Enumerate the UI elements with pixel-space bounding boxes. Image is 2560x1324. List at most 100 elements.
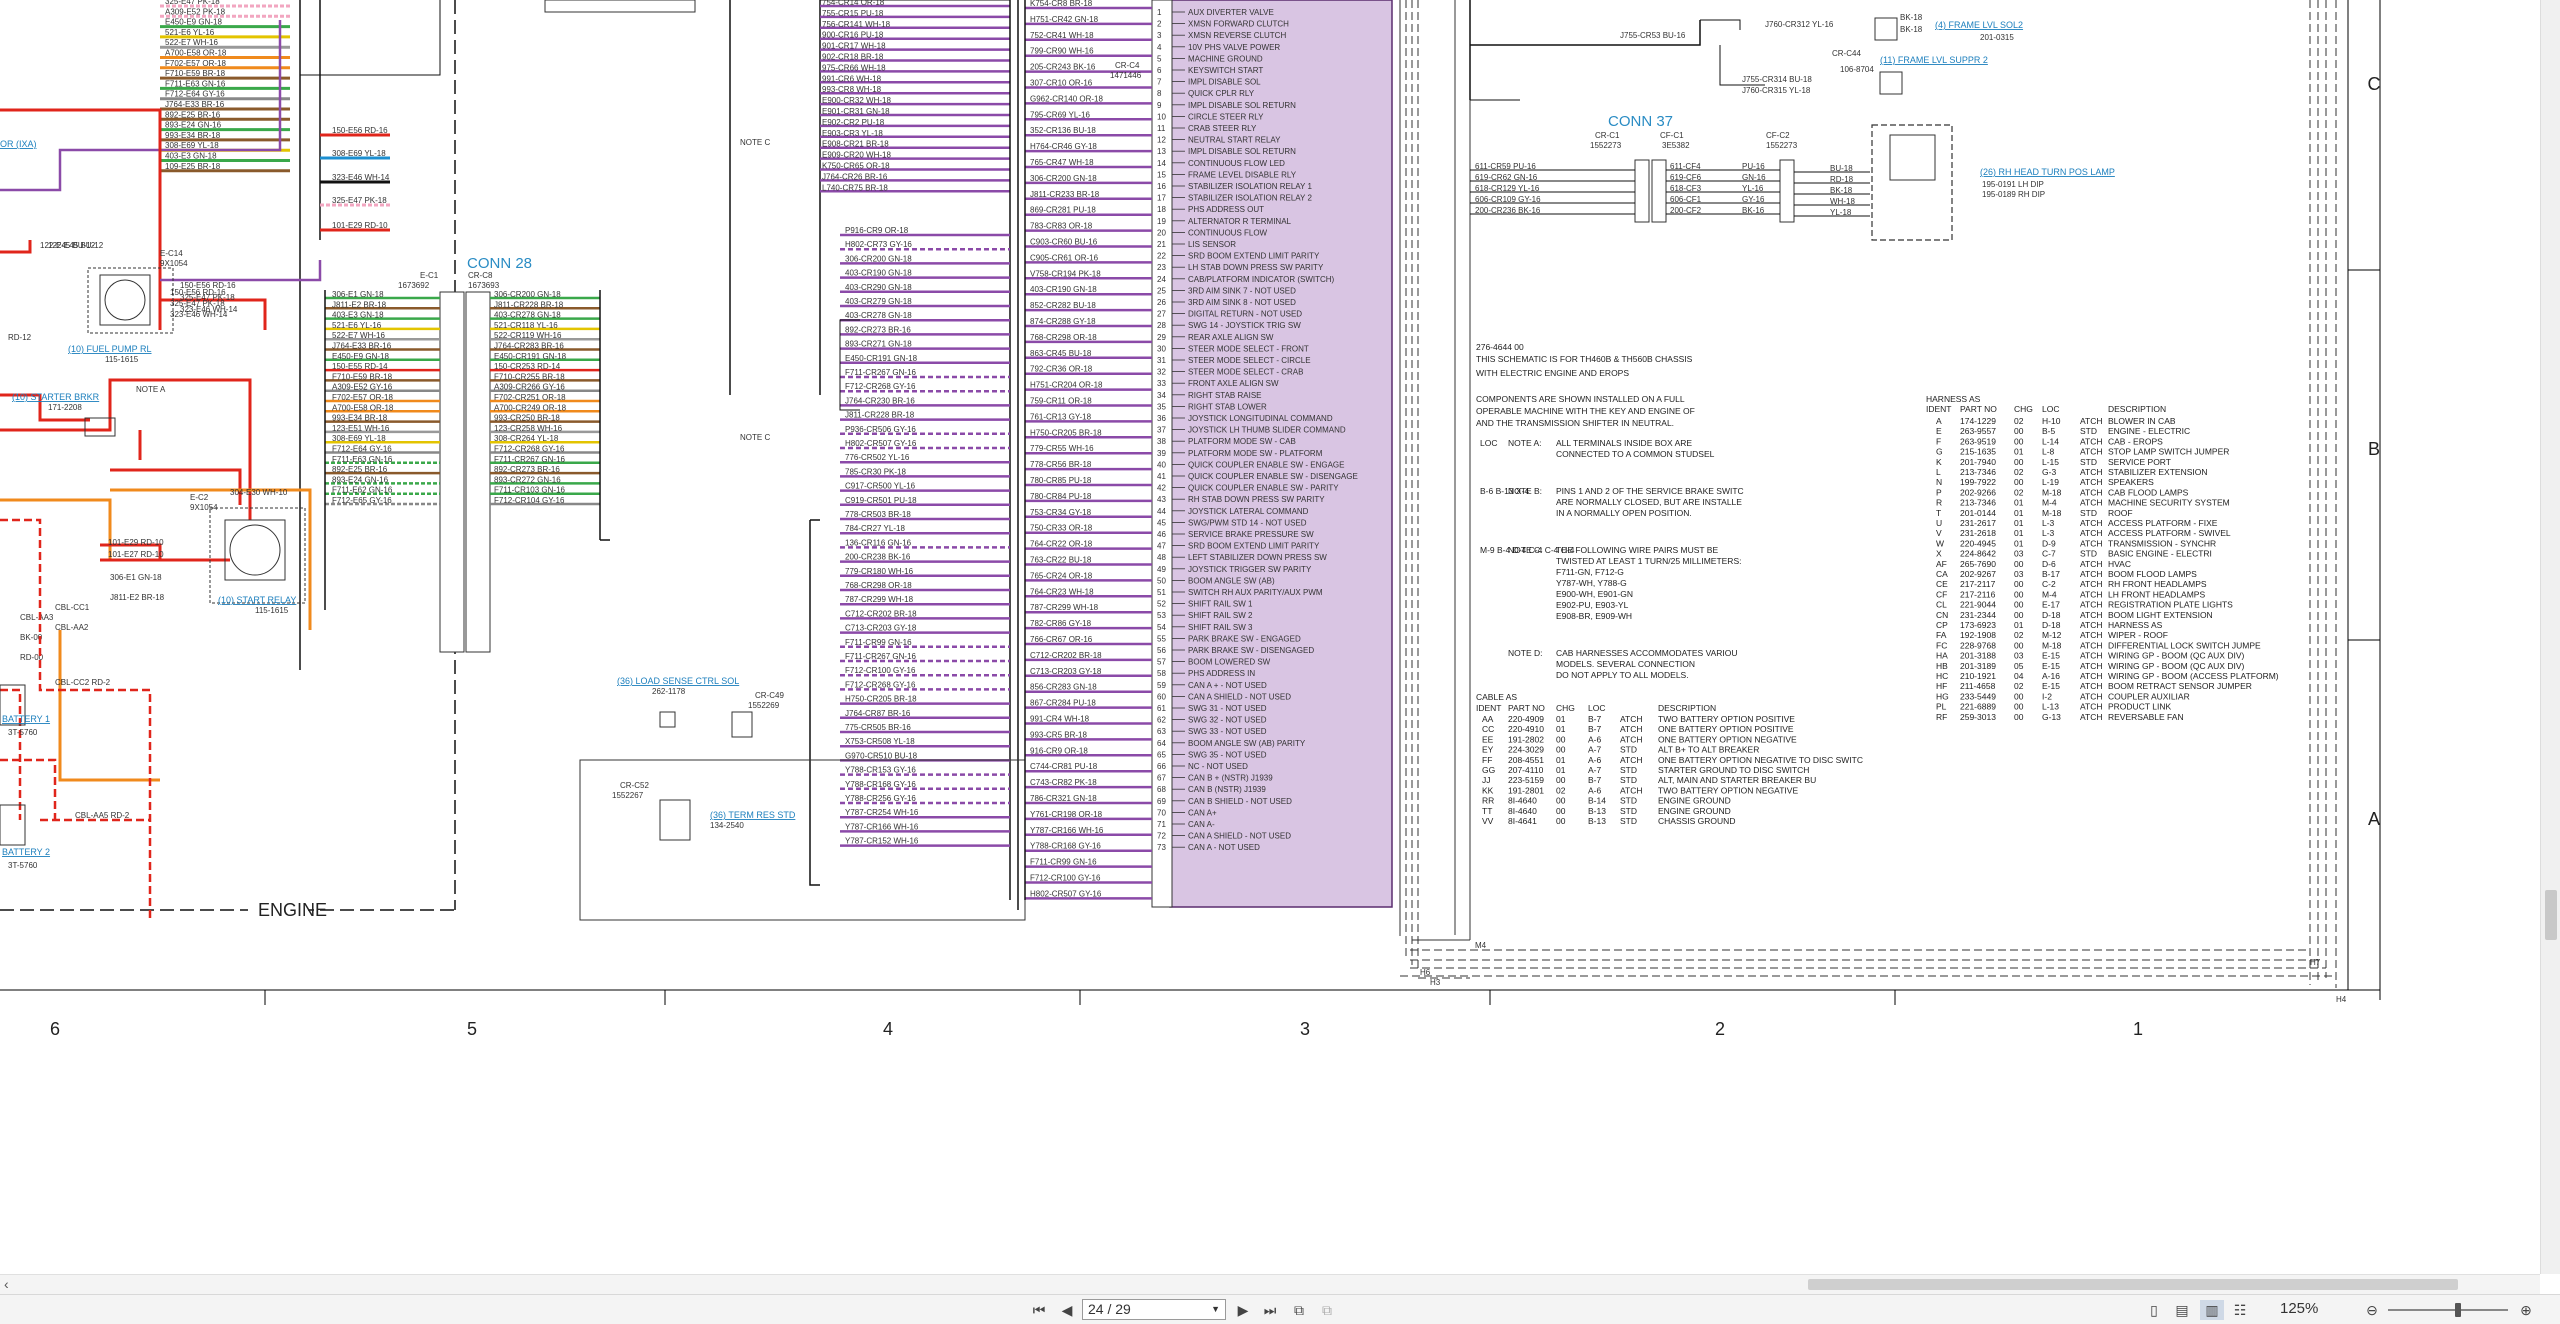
harness-table-cell: ACCESS PLATFORM - SWIVEL xyxy=(2108,528,2231,538)
connector-part: 1552267 xyxy=(612,791,644,800)
harness-table-cell: 220-4945 xyxy=(1960,538,1996,548)
next-page-icon[interactable]: ▶ xyxy=(1234,1300,1252,1320)
mid-lower-wire-label: Y787-CR166 WH-16 xyxy=(845,822,919,831)
zoom-slider[interactable] xyxy=(2388,1309,2508,1311)
connector-label: CR-C4 xyxy=(1115,61,1140,70)
engine-wire-label: 304-E30 WH-10 xyxy=(230,488,288,497)
ecm-pin-number: 46 xyxy=(1157,530,1166,539)
harness-table-cell: SPEAKERS xyxy=(2108,477,2154,487)
ecm-wire-label: 768-CR298 OR-18 xyxy=(1030,333,1097,342)
conn-37-wire-label: 611-CF4 xyxy=(1670,162,1701,171)
conn-28-wire-label: 306-CR200 GN-18 xyxy=(494,290,561,299)
mid-lower-wire-label: 787-CR299 WH-18 xyxy=(845,595,914,604)
conn-28-wire-label: F710-E59 BR-18 xyxy=(332,372,393,381)
ecm-pin-function: SWG 14 - JOYSTICK TRIG SW xyxy=(1188,321,1301,330)
conn-28-wire-label: 893-CR272 GN-16 xyxy=(494,475,561,484)
conn-37-wire-label: 618-CR129 YL-16 xyxy=(1475,184,1540,193)
ecm-pin-function: CAN B + (NSTR) J1939 xyxy=(1188,774,1273,783)
battery-cable xyxy=(0,758,57,820)
connector-part: 1673692 xyxy=(398,281,430,290)
ecm-pin-function: IMPL DISABLE SOL RETURN xyxy=(1188,101,1296,110)
ecm-pin-function: 10V PHS VALVE POWER xyxy=(1188,43,1280,52)
two-page-continuous-icon[interactable]: ☷ xyxy=(2230,1300,2250,1320)
conn-28-wire-label: F712-E64 GY-16 xyxy=(332,445,392,454)
engine-label: ENGINE xyxy=(258,900,327,920)
vertical-scroll-thumb[interactable] xyxy=(2545,890,2557,940)
connector-label: E-C1 xyxy=(420,271,439,280)
connector-label: CR-C8 xyxy=(468,271,493,280)
last-page-icon[interactable]: ⏭ xyxy=(1260,1300,1280,1320)
harness-table-cell: L-14 xyxy=(2042,436,2059,446)
ecm-wire-label: 993-CR5 BR-18 xyxy=(1030,730,1087,739)
engine-wire-label: 522-E7 WH-16 xyxy=(165,38,218,47)
ecm-pin-number: 47 xyxy=(1157,542,1166,551)
harness-table-cell: 02 xyxy=(2014,467,2024,477)
note-text: E900-WH, E901-GN xyxy=(1556,589,1633,599)
ecm-wire-label: 786-CR321 GN-18 xyxy=(1030,794,1097,803)
two-page-view-icon[interactable]: ▥ xyxy=(2200,1300,2224,1320)
horizontal-scrollbar[interactable]: ‹ xyxy=(0,1274,2540,1294)
mid-wire-label: 754-CR14 OR-18 xyxy=(822,0,885,7)
fuel-pump-link: (10) FUEL PUMP RL xyxy=(68,344,152,354)
page-number-field[interactable]: 24 / 29 ▼ xyxy=(1082,1299,1226,1320)
ecm-pin-number: 24 xyxy=(1157,275,1166,284)
ecm-pin-number: 4 xyxy=(1157,43,1162,52)
note-label: NOTE A: xyxy=(1508,438,1542,448)
ecm-pin-number: 20 xyxy=(1157,228,1166,237)
engine-wire-label: 403-E3 GN-18 xyxy=(165,152,217,161)
engine-wire-label: 325-E47 PK-18 xyxy=(170,299,225,308)
harness-branch xyxy=(300,0,441,76)
ecm-pin-number: 63 xyxy=(1157,727,1166,736)
cable-table-cell: STD xyxy=(1620,796,1637,806)
chevron-down-icon[interactable]: ▼ xyxy=(1211,1300,1220,1319)
mid-lower-wire-label: F712-CR268 GY-16 xyxy=(845,382,916,391)
ecm-pin-function: CAN A SHIELD - NOT USED xyxy=(1188,832,1291,841)
ecm-pin-number: 9 xyxy=(1157,101,1162,110)
ecm-pin-function: SWG 32 - NOT USED xyxy=(1188,716,1267,725)
ecm-pin-number: 26 xyxy=(1157,298,1166,307)
ecm-pin-function: REAR AXLE ALIGN SW xyxy=(1188,333,1274,342)
title-line: WITH ELECTRIC ENGINE AND EROPS xyxy=(1476,368,1629,378)
engine-wire-label: CBL-AA2 xyxy=(55,623,89,632)
harness-table-cell: CP xyxy=(1936,620,1948,630)
harness-table-cell: CA xyxy=(1936,569,1948,579)
harness-table-cell: HC xyxy=(1936,671,1948,681)
note-text: E908-BR, E909-WH xyxy=(1556,611,1632,621)
ecm-pin-function: SHIFT RAIL SW 2 xyxy=(1188,611,1253,620)
cable-table-cell: ATCH xyxy=(1620,734,1643,744)
ecm-pin-number: 23 xyxy=(1157,263,1166,272)
paste-icon[interactable]: ⧉ xyxy=(1316,1300,1338,1320)
start-relay-core xyxy=(224,519,286,581)
zoom-out-icon[interactable]: ⊖ xyxy=(2362,1300,2382,1320)
zoom-slider-handle[interactable] xyxy=(2455,1303,2461,1317)
mid-wire-label: E908-CR21 BR-18 xyxy=(822,140,889,149)
cable-table-cell: AA xyxy=(1482,714,1494,724)
ecm-pin-number: 12 xyxy=(1157,136,1166,145)
first-page-icon[interactable]: ⏮ xyxy=(1030,1300,1048,1320)
zoom-level: 125% xyxy=(2280,1300,2319,1317)
ecm-wire-label: J811-CR233 BR-18 xyxy=(1030,190,1100,199)
copy-icon[interactable]: ⧉ xyxy=(1288,1300,1310,1320)
engine-wire xyxy=(0,498,112,560)
continuous-view-icon[interactable]: ▤ xyxy=(2172,1300,2192,1320)
harness-table-header: PART NO xyxy=(1960,404,1997,414)
load-sense-link: (36) LOAD SENSE CTRL SOL xyxy=(617,676,739,686)
single-page-view-icon[interactable]: ▯ xyxy=(2144,1300,2164,1320)
scroll-left-arrow-icon[interactable]: ‹ xyxy=(4,1276,9,1292)
horizontal-scroll-thumb[interactable] xyxy=(1808,1279,2458,1290)
ecm-wire-label: 765-CR47 WH-18 xyxy=(1030,158,1094,167)
vertical-scrollbar[interactable] xyxy=(2540,0,2560,1274)
mid-lower-wire-label: 200-CR238 BK-16 xyxy=(845,553,911,562)
engine-wire-label: E450-E9 GN-18 xyxy=(165,18,222,27)
mid-lower-wire-label: J764-CR230 BR-16 xyxy=(845,396,915,405)
cable-table-cell: 220-4910 xyxy=(1508,724,1544,734)
harness-table-cell: BOOM LIGHT EXTENSION xyxy=(2108,610,2213,620)
conn-28-wire-label: J764-E33 BR-16 xyxy=(332,342,392,351)
zoom-in-icon[interactable]: ⊕ xyxy=(2516,1300,2536,1320)
note-text: MODELS. SEVERAL CONNECTION xyxy=(1556,659,1695,669)
harness-table-cell: ATCH xyxy=(2080,538,2103,548)
harness-table-cell: ATCH xyxy=(2080,681,2103,691)
previous-page-icon[interactable]: ◀ xyxy=(1058,1300,1076,1320)
frame-level-suppr-connector xyxy=(1879,71,1903,95)
harness-table-cell: M-12 xyxy=(2042,630,2062,640)
